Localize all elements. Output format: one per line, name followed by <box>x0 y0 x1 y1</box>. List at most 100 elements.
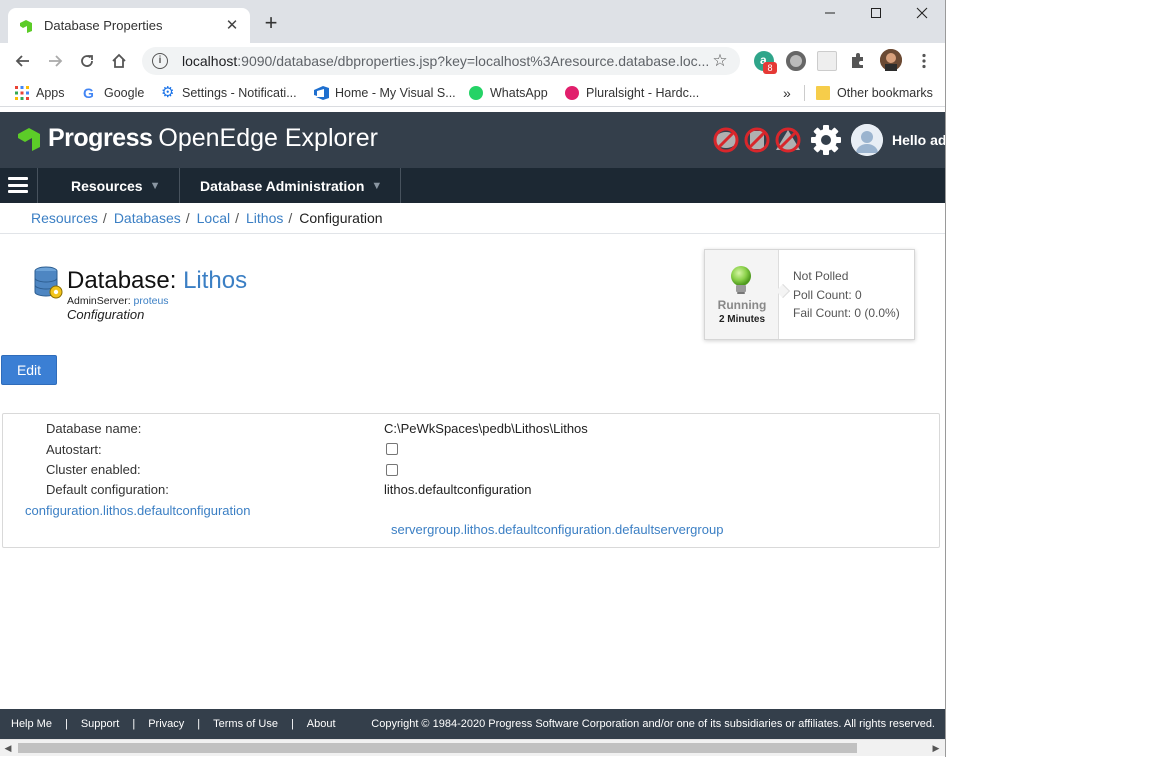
google-icon: G <box>83 85 94 101</box>
horizontal-scrollbar[interactable]: ◀ ▶ <box>0 739 945 756</box>
extension-grammarly-icon[interactable]: a 8 <box>754 51 777 74</box>
database-name: Lithos <box>183 267 248 294</box>
bookmark-label: Home - My Visual S... <box>335 86 456 100</box>
footer-link-support[interactable]: Support <box>81 718 120 730</box>
breadcrumb-resources[interactable]: Resources <box>31 210 98 226</box>
tab-title: Database Properties <box>44 18 163 33</box>
status-state: Running <box>717 298 767 312</box>
breadcrumb-current: Configuration <box>299 210 383 226</box>
chevron-down-icon: ▼ <box>149 179 161 192</box>
warning-alert-icon[interactable] <box>774 126 802 154</box>
reload-icon[interactable] <box>75 49 99 73</box>
bookmark-label: Pluralsight - Hardc... <box>586 86 700 100</box>
profile-avatar[interactable] <box>880 49 902 71</box>
progress-logo[interactable]: Progress OpenEdge Explorer <box>16 124 378 153</box>
status-indicator: Running 2 Minutes <box>705 250 779 339</box>
adminserver-link[interactable]: proteus <box>134 295 169 307</box>
breadcrumb-separator: / <box>288 210 293 226</box>
bookmark-label: Settings - Notificati... <box>182 86 297 100</box>
nav-menu-database-administration[interactable]: Database Administration ▼ <box>179 168 401 203</box>
home-icon[interactable] <box>107 49 131 73</box>
settings-gear-icon: ⚙ <box>161 84 175 101</box>
extension-placeholder-icon[interactable] <box>817 51 837 71</box>
site-info-icon[interactable]: i <box>152 53 168 69</box>
footer-separator: | <box>132 718 136 730</box>
user-avatar[interactable] <box>851 124 883 156</box>
bookmark-label: Google <box>104 86 145 100</box>
breadcrumb-separator: / <box>102 210 107 226</box>
app-header: Progress OpenEdge Explorer <box>0 112 945 168</box>
db-name-value: C:\PeWkSpaces\pedb\Lithos\Lithos <box>384 421 588 436</box>
database-config-icon <box>33 266 63 300</box>
alert-icons <box>712 126 802 154</box>
page-subtitle: Configuration <box>67 307 145 322</box>
cluster-enabled-checkbox[interactable] <box>386 464 398 476</box>
breadcrumb-databases[interactable]: Databases <box>114 210 181 226</box>
scroll-right-icon[interactable]: ▶ <box>931 743 941 753</box>
breadcrumb-local[interactable]: Local <box>197 210 230 226</box>
extension-circle-icon[interactable] <box>786 51 806 71</box>
other-bookmarks[interactable]: Other bookmarks <box>816 84 933 102</box>
footer-separator: | <box>64 718 68 730</box>
bookmark-apps[interactable]: Apps <box>15 84 65 102</box>
adminserver-info: AdminServer: proteus <box>67 295 169 307</box>
status-card: Running 2 Minutes Not Polled Poll Count:… <box>704 249 915 340</box>
default-config-label: Default configuration: <box>46 482 169 497</box>
server-alert-icon[interactable] <box>743 126 771 154</box>
desktop-background <box>946 0 1152 757</box>
hamburger-menu-icon[interactable] <box>8 177 28 193</box>
breadcrumb-separator: / <box>235 210 239 226</box>
chrome-menu-icon[interactable] <box>912 49 936 73</box>
extension-badge: 8 <box>763 62 777 74</box>
main-nav: Resources ▼ Database Administration ▼ <box>0 168 945 203</box>
bookmark-settings[interactable]: ⚙ Settings - Notificati... <box>161 84 297 102</box>
close-window-button[interactable] <box>899 4 945 26</box>
footer: Help Me | Support | Privacy | Terms of U… <box>0 709 945 739</box>
back-arrow-icon[interactable] <box>11 49 35 73</box>
forward-arrow-icon[interactable] <box>43 49 67 73</box>
address-bar[interactable]: i localhost:9090/database/dbproperties.j… <box>142 47 740 75</box>
nav-menu-resources[interactable]: Resources ▼ <box>37 168 179 203</box>
browser-tab[interactable]: Database Properties ✕ <box>8 8 250 43</box>
footer-link-privacy[interactable]: Privacy <box>148 718 184 730</box>
edit-button[interactable]: Edit <box>1 355 57 385</box>
extensions-puzzle-icon[interactable] <box>848 51 868 71</box>
servergroup-link[interactable]: servergroup.lithos.defaultconfiguration.… <box>391 522 723 537</box>
url-text[interactable]: localhost:9090/database/dbproperties.jsp… <box>182 53 710 69</box>
footer-link-help[interactable]: Help Me <box>11 718 52 730</box>
new-tab-button[interactable]: + <box>260 12 282 34</box>
bookmark-star-icon[interactable]: ☆ <box>710 51 730 71</box>
user-greeting[interactable]: Hello ad <box>892 132 945 148</box>
folder-icon <box>816 86 830 100</box>
maximize-button[interactable] <box>853 4 899 26</box>
bookmark-pluralsight[interactable]: Pluralsight - Hardc... <box>565 84 699 102</box>
browser-toolbar: i localhost:9090/database/dbproperties.j… <box>0 43 945 79</box>
settings-gear-icon[interactable] <box>810 124 842 156</box>
footer-link-about[interactable]: About <box>307 718 336 730</box>
divider <box>0 233 945 234</box>
breadcrumb-lithos[interactable]: Lithos <box>246 210 283 226</box>
page-title: Database: Lithos <box>67 267 247 295</box>
scrollbar-thumb[interactable] <box>18 743 857 753</box>
tab-close-icon[interactable]: ✕ <box>224 17 240 34</box>
database-alert-icon[interactable] <box>712 126 740 154</box>
footer-links: Help Me | Support | Privacy | Terms of U… <box>11 718 336 730</box>
configuration-link[interactable]: configuration.lithos.defaultconfiguratio… <box>25 503 250 518</box>
autostart-checkbox[interactable] <box>386 443 398 455</box>
bookmark-visual-studio[interactable]: Home - My Visual S... <box>314 84 456 102</box>
scroll-left-icon[interactable]: ◀ <box>3 743 13 753</box>
autostart-label: Autostart: <box>46 442 102 457</box>
minimize-button[interactable] <box>807 4 853 26</box>
bookmark-google[interactable]: G Google <box>83 84 144 102</box>
azure-devops-icon <box>314 86 329 100</box>
bookmark-whatsapp[interactable]: WhatsApp <box>469 84 548 102</box>
footer-link-terms[interactable]: Terms of Use <box>213 718 278 730</box>
copyright-text: Copyright © 1984-2020 Progress Software … <box>371 718 935 730</box>
openedge-favicon-icon <box>18 18 34 34</box>
url-host: localhost <box>182 53 238 69</box>
whatsapp-icon <box>469 86 483 100</box>
logo-brand: Progress <box>48 124 153 152</box>
bookmarks-divider <box>804 85 805 101</box>
page-title-prefix: Database: <box>67 267 184 294</box>
bookmarks-overflow-button[interactable]: » <box>783 84 791 102</box>
